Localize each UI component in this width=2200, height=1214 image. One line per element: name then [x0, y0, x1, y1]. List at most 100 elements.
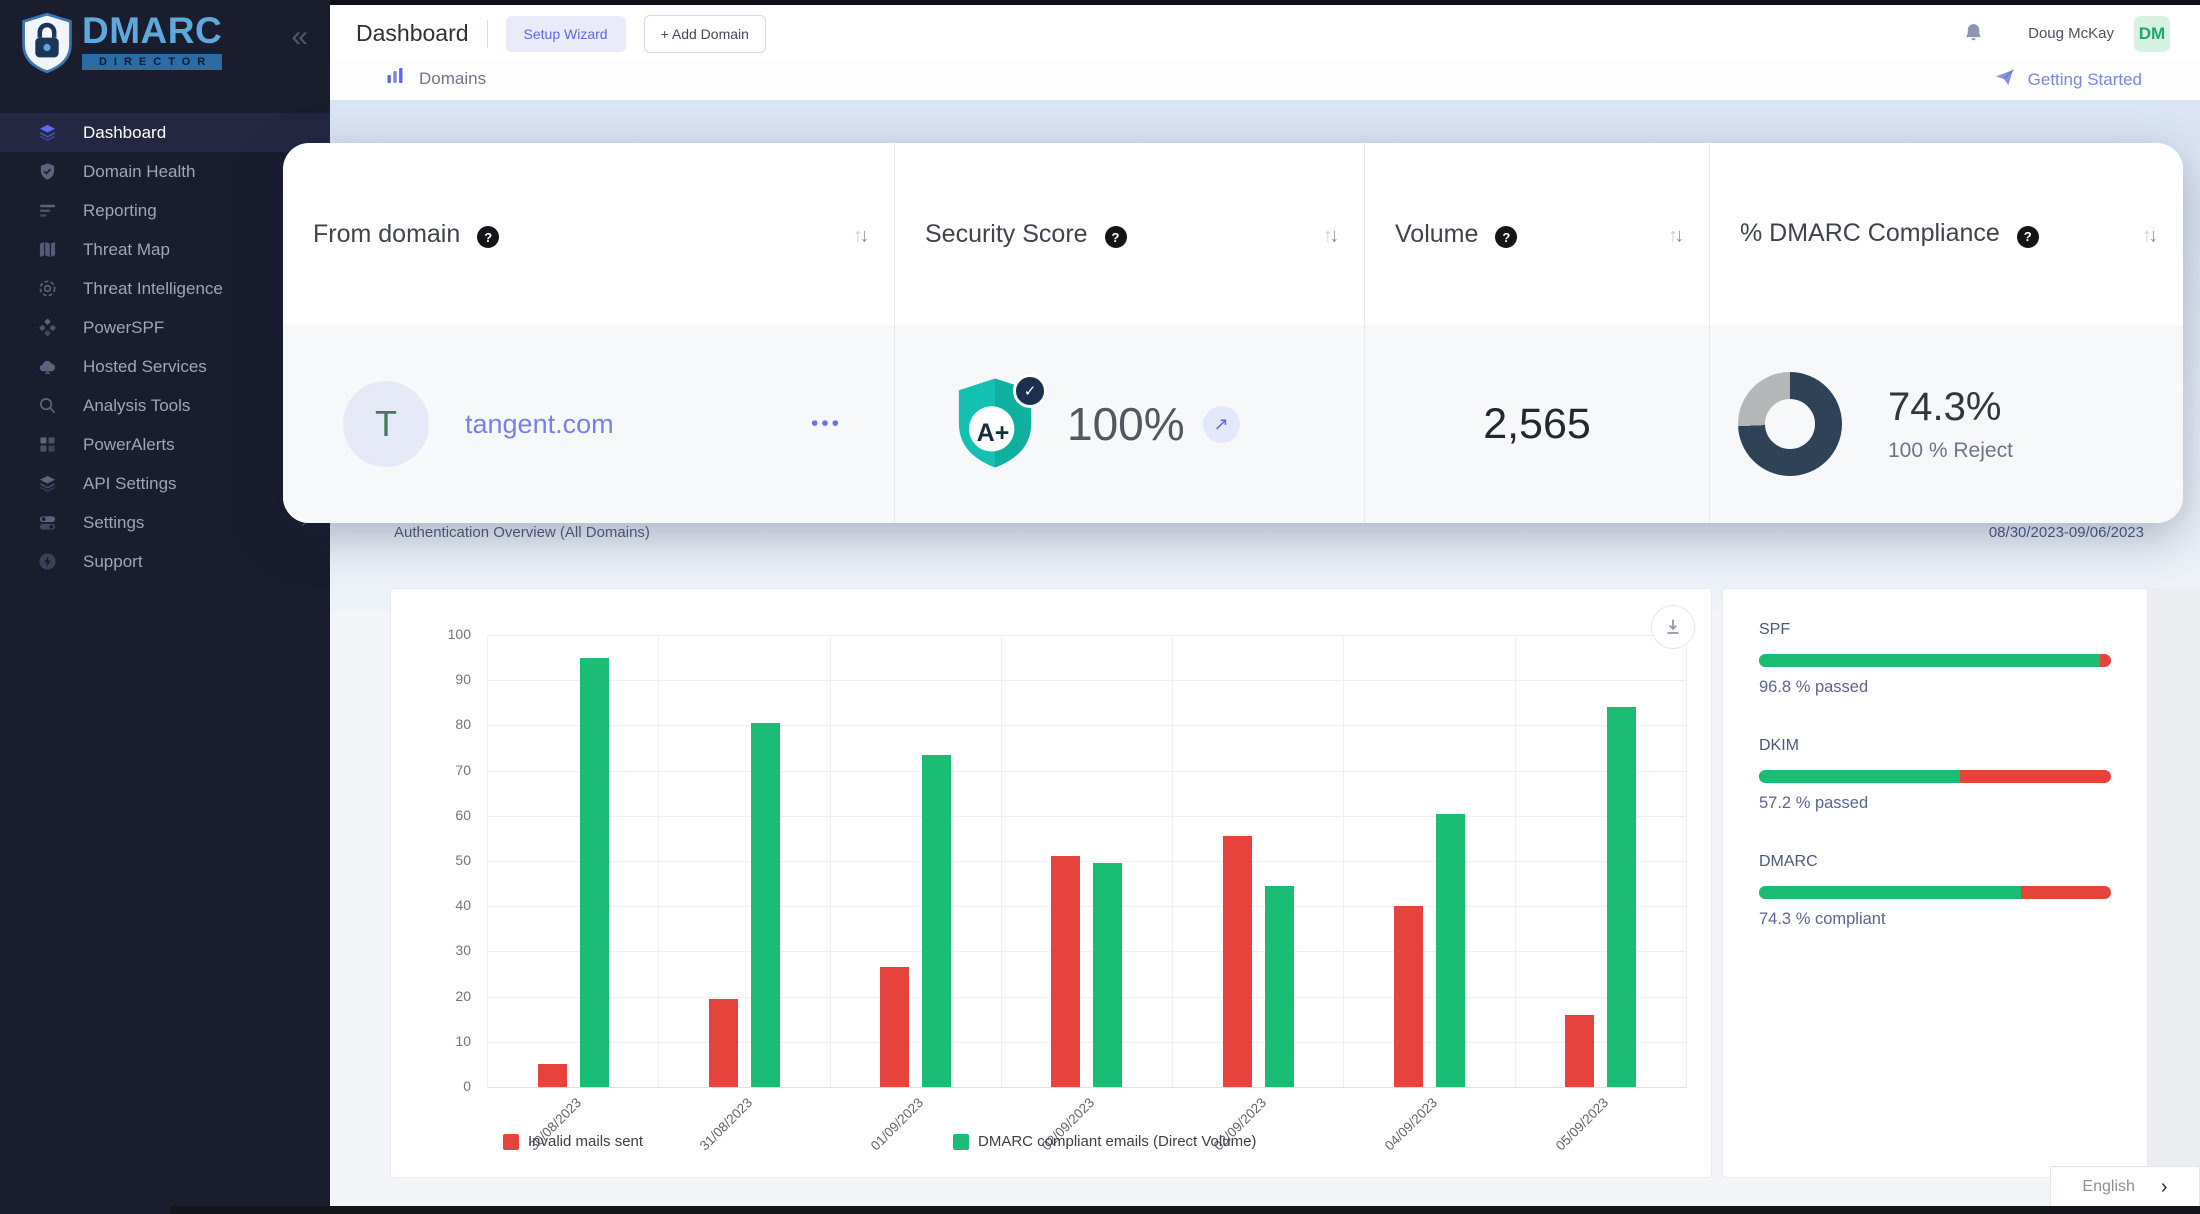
- language-selector[interactable]: English ›: [2050, 1166, 2200, 1208]
- help-icon[interactable]: ?: [1105, 226, 1127, 248]
- add-domain-button[interactable]: + Add Domain: [644, 15, 766, 53]
- sidebar-item-poweralerts[interactable]: PowerAlerts›: [0, 425, 330, 464]
- auth-overview-date-range[interactable]: 08/30/2023-09/06/2023: [1989, 524, 2144, 541]
- bar-invalid-mails-sent: [709, 999, 738, 1087]
- column-label: Volume ?: [1395, 220, 1517, 249]
- legend-item-dmarc-compliant-emails-direct-volume-[interactable]: DMARC compliant emails (Direct Volume): [953, 1133, 1256, 1150]
- auth-overview-chart-card: 010203040506070809010030/08/202331/08/20…: [390, 588, 1712, 1178]
- sidebar-item-api-settings[interactable]: API Settings›: [0, 464, 330, 503]
- help-icon[interactable]: ?: [2017, 226, 2039, 248]
- domain-link[interactable]: tangent.com: [465, 409, 614, 440]
- sidebar-item-analysis-tools[interactable]: Analysis Tools›: [0, 386, 330, 425]
- domain-table-row[interactable]: T tangent.com ••• A+ ✓ 100% ↗ 2,565: [283, 325, 2183, 523]
- trend-up-icon[interactable]: ↗: [1203, 406, 1240, 443]
- from-domain-cell: T tangent.com •••: [283, 325, 895, 523]
- legend-swatch-icon: [503, 1134, 519, 1150]
- column-header-from-domain[interactable]: From domain ?↑↓: [283, 143, 895, 325]
- kpi-label: DKIM: [1759, 737, 2111, 755]
- bar-invalid-mails-sent: [1394, 906, 1423, 1087]
- sort-icon[interactable]: ↑↓: [1323, 226, 1336, 248]
- compliance-percent: 74.3%: [1888, 385, 2013, 430]
- sidebar: DMARC DIRECTOR « Dashboard›Domain Health…: [0, 0, 330, 1214]
- column-header-security-score[interactable]: Security Score ?↑↓: [895, 143, 1365, 325]
- bottom-window-edge: [170, 1206, 2200, 1214]
- sidebar-item-label: API Settings: [83, 474, 177, 494]
- sidebar-item-label: PowerAlerts: [83, 435, 175, 455]
- cloud-icon: [37, 357, 58, 376]
- y-axis-tick: 30: [429, 942, 471, 958]
- sidebar-item-label: Threat Map: [83, 240, 170, 260]
- legend-label: DMARC compliant emails (Direct Volume): [978, 1133, 1256, 1150]
- shield-lock-logo-icon: [20, 12, 74, 79]
- paper-plane-icon: [1993, 66, 2016, 94]
- auth-kpi-spf: SPF96.8 % passed: [1759, 621, 2111, 697]
- sidebar-item-support[interactable]: Support›: [0, 542, 330, 581]
- bar-group-04-09-2023: 04/09/2023: [1343, 635, 1514, 1087]
- sort-icon[interactable]: ↑↓: [1668, 226, 1681, 248]
- sidebar-item-label: Reporting: [83, 201, 157, 221]
- target-icon: [37, 279, 58, 298]
- search-icon: [37, 396, 58, 415]
- sidebar-item-dashboard[interactable]: Dashboard›: [0, 113, 330, 152]
- sidebar-nav: Dashboard›Domain Health›Reporting›Threat…: [0, 113, 330, 581]
- help-icon[interactable]: ?: [1495, 226, 1517, 248]
- user-avatar[interactable]: DM: [2134, 16, 2170, 52]
- kpi-progress-fill: [1759, 886, 2021, 899]
- bar-group-02-09-2023: 02/09/2023: [1001, 635, 1172, 1087]
- sidebar-item-label: PowerSPF: [83, 318, 164, 338]
- kpi-progress-bar: [1759, 886, 2111, 899]
- notification-bell-icon[interactable]: [1961, 21, 1986, 46]
- grid-icon: [37, 435, 58, 454]
- chart-plot: 010203040506070809010030/08/202331/08/20…: [487, 635, 1687, 1087]
- bar-group-30-08-2023: 30/08/2023: [487, 635, 658, 1087]
- auth-kpi-dkim: DKIM57.2 % passed: [1759, 737, 2111, 813]
- bolt-icon: [37, 552, 58, 571]
- sidebar-item-threat-map[interactable]: Threat Map›: [0, 230, 330, 269]
- auth-results-panel: SPF96.8 % passedDKIM57.2 % passedDMARC74…: [1722, 588, 2148, 1178]
- y-axis-tick: 60: [429, 807, 471, 823]
- setup-wizard-button[interactable]: Setup Wizard: [506, 16, 626, 52]
- user-name[interactable]: Doug McKay: [2028, 25, 2114, 42]
- help-icon[interactable]: ?: [477, 226, 499, 248]
- sidebar-item-hosted-services[interactable]: Hosted Services›: [0, 347, 330, 386]
- nodes-icon: [37, 318, 58, 337]
- sidebar-item-reporting[interactable]: Reporting›: [0, 191, 330, 230]
- sidebar-item-powerspf[interactable]: PowerSPF›: [0, 308, 330, 347]
- sort-icon[interactable]: ↑↓: [2142, 226, 2155, 248]
- column-header--dmarc-compliance[interactable]: % DMARC Compliance ?↑↓: [1710, 143, 2183, 325]
- kpi-label: SPF: [1759, 621, 2111, 639]
- sidebar-item-label: Settings: [83, 513, 144, 533]
- getting-started-label: Getting Started: [2028, 70, 2142, 90]
- bar-group-05-09-2023: 05/09/2023: [1515, 635, 1687, 1087]
- security-grade: A+: [970, 419, 1016, 448]
- report-lines-icon: [37, 201, 58, 220]
- domains-panel-header: [330, 62, 2200, 100]
- sort-icon[interactable]: ↑↓: [853, 226, 866, 248]
- getting-started-link[interactable]: Getting Started: [1993, 66, 2142, 94]
- page-title: Dashboard: [356, 20, 469, 47]
- kpi-label: DMARC: [1759, 853, 2111, 871]
- bar-invalid-mails-sent: [1223, 836, 1252, 1087]
- kpi-progress-fill: [1759, 654, 2100, 667]
- chart-legend: Invalid mails sent DMARC compliant emails…: [391, 1133, 1711, 1155]
- bar-dmarc-compliant-emails-direct-volume-: [1265, 886, 1294, 1087]
- sidebar-collapse-icon[interactable]: «: [291, 22, 308, 52]
- domain-summary-card: From domain ?↑↓Security Score ?↑↓Volume …: [283, 143, 2183, 523]
- download-chart-button[interactable]: [1651, 605, 1695, 649]
- toggles-icon: [37, 513, 58, 532]
- y-axis-tick: 90: [429, 671, 471, 687]
- row-menu-dots-icon[interactable]: •••: [811, 412, 842, 436]
- sidebar-item-domain-health[interactable]: Domain Health›: [0, 152, 330, 191]
- column-header-volume[interactable]: Volume ? ↑↓: [1365, 143, 1710, 325]
- bar-dmarc-compliant-emails-direct-volume-: [580, 658, 609, 1087]
- domain-avatar: T: [343, 381, 429, 467]
- volume-cell: 2,565: [1365, 325, 1710, 523]
- topbar: Dashboard Setup Wizard + Add Domain Doug…: [330, 0, 2200, 62]
- sidebar-item-settings[interactable]: Settings›: [0, 503, 330, 542]
- legend-item-invalid-mails-sent[interactable]: Invalid mails sent: [503, 1133, 643, 1150]
- topbar-divider: [487, 20, 488, 48]
- language-label: English: [2082, 1178, 2134, 1196]
- layers-icon: [37, 474, 58, 493]
- reject-label: 100 % Reject: [1888, 439, 2013, 463]
- sidebar-item-threat-intelligence[interactable]: Threat Intelligence›: [0, 269, 330, 308]
